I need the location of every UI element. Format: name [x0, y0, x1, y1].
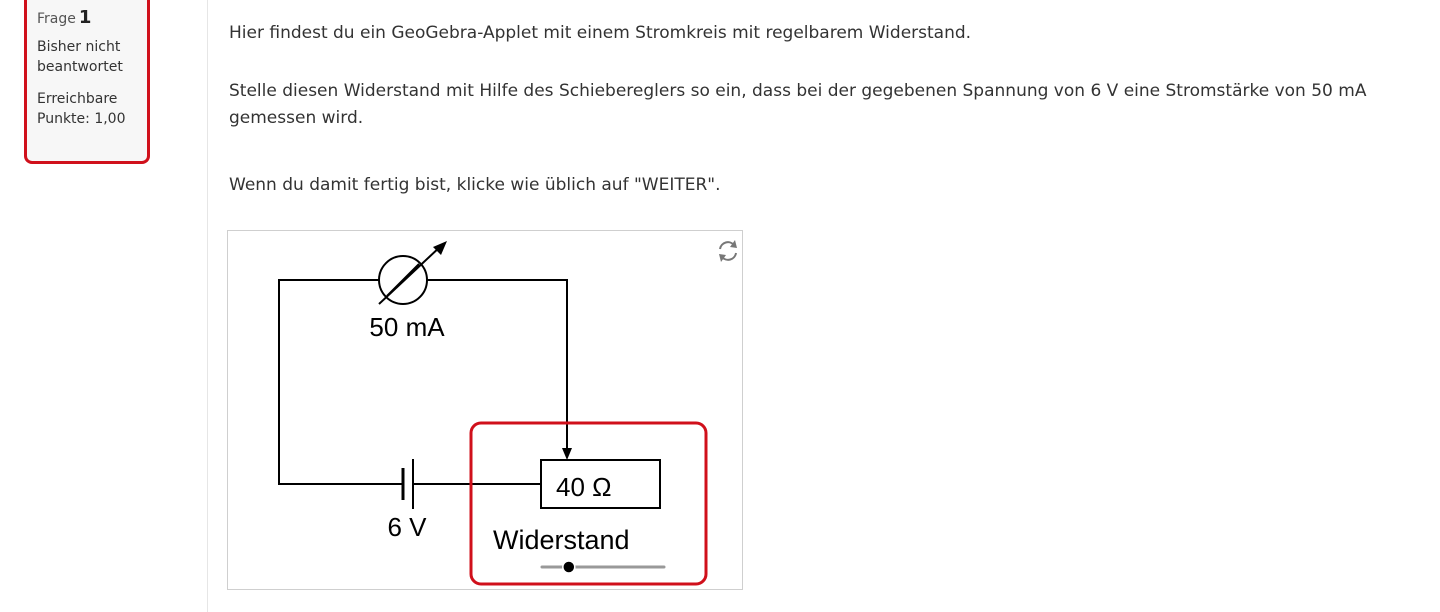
question-info-box: Frage 1 Bisher nicht beantwortet Erreichb… [24, 0, 150, 164]
question-paragraph-1: Hier findest du ein GeoGebra-Applet mit … [229, 23, 972, 43]
question-state-line1: Bisher nicht [37, 39, 121, 55]
question-points-line1: Erreichbare [37, 91, 118, 107]
battery-symbol [401, 459, 414, 509]
current-label: 50 mA [369, 312, 445, 342]
refresh-icon[interactable] [719, 240, 737, 262]
wire-top-right [427, 279, 568, 451]
question-number: 1 [78, 7, 92, 28]
circuit-diagram: 50 mA 6 V 40 Ω Widerstand [278, 240, 737, 586]
voltage-label: 6 V [387, 512, 427, 542]
question-points-line2: Punkte: 1,00 [37, 111, 126, 127]
slider-label: Widerstand [493, 525, 630, 555]
wire-top-left [278, 279, 403, 485]
resistance-value: 40 Ω [556, 472, 612, 502]
ammeter-symbol [378, 241, 447, 305]
question-paragraph-2: Stelle diesen Widerstand mit Hilfe des S… [229, 81, 1367, 128]
wire-arrowhead [562, 448, 572, 460]
question-state-line2: beantwortet [37, 59, 123, 75]
question-points: Erreichbare Punkte: 1,00 [37, 89, 137, 129]
geogebra-applet[interactable]: 50 mA 6 V 40 Ω Widerstand [227, 230, 743, 590]
question-number-line: Frage 1 [37, 8, 137, 29]
resistance-slider-knob[interactable] [562, 560, 576, 574]
column-divider [207, 0, 208, 612]
question-state: Bisher nicht beantwortet [37, 37, 137, 77]
question-label: Frage [37, 11, 76, 27]
question-paragraph-3: Wenn du damit fertig bist, klicke wie üb… [229, 175, 721, 195]
quiz-page: Frage 1 Bisher nicht beantwortet Erreichb… [0, 0, 1440, 612]
